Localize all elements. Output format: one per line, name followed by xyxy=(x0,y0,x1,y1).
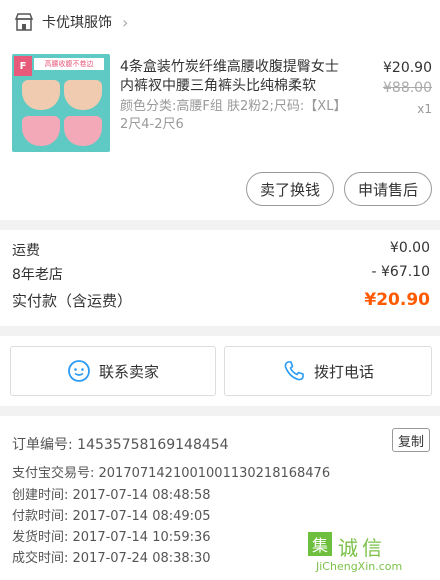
after-sale-button[interactable]: 申请售后 xyxy=(344,172,432,206)
store-name[interactable]: 卡优琪服饰 xyxy=(42,12,112,32)
total-label: 实付款（含运费） xyxy=(12,292,133,310)
phone-icon xyxy=(284,361,304,381)
shipping-label: 运费 xyxy=(12,243,40,259)
alipay-transaction-number: 支付宝交易号: 2017071421001001130218168476 xyxy=(12,466,331,481)
watermark-logo: 集 诚信 JiChengXin.com xyxy=(306,532,434,576)
product-item[interactable]: F 高腰收腹不卷边 4条盒装竹炭纤维高腰收腹提臀女士内裤衩中腰三角裤头比纯棉柔软… xyxy=(0,44,440,160)
call-phone-label: 拨打电话 xyxy=(313,362,374,381)
total-value: ¥20.90 xyxy=(364,290,430,310)
copy-button[interactable]: 复制 xyxy=(392,428,430,452)
order-number: 订单编号: 14535758169148454 xyxy=(12,437,229,453)
discount-label: 8年老店 xyxy=(12,267,63,283)
contact-seller-label: 联系卖家 xyxy=(98,362,159,381)
call-phone-button[interactable]: 拨打电话 xyxy=(224,346,432,396)
product-title[interactable]: 4条盒装竹炭纤维高腰收腹提臀女士内裤衩中腰三角裤头比纯棉柔软 xyxy=(120,58,350,96)
price-summary: 运费 ¥0.00 8年老店 - ¥67.10 实付款（含运费） ¥20.90 xyxy=(0,230,440,326)
product-price: ¥20.90 xyxy=(383,60,432,76)
chevron-right-icon: › xyxy=(122,12,129,32)
watermark-url: JiChengXin.com xyxy=(316,560,403,573)
contact-bar: 联系卖家 拨打电话 xyxy=(0,336,440,406)
panty-image-4 xyxy=(64,116,102,146)
panty-image-1 xyxy=(22,80,60,110)
created-time: 创建时间: 2017-07-14 08:48:58 xyxy=(12,488,211,503)
store-icon xyxy=(14,13,34,31)
shipped-time: 发货时间: 2017-07-14 10:59:36 xyxy=(12,530,211,545)
thumb-tag: F xyxy=(14,56,32,76)
panty-image-3 xyxy=(22,116,60,146)
product-thumbnail[interactable]: F 高腰收腹不卷边 xyxy=(12,54,110,152)
product-spec: 颜色分类:高腰F组 肤2粉2;尺码:【XL】2尺4-2尺6 xyxy=(120,99,347,132)
store-header[interactable]: 卡优琪服饰 › xyxy=(0,0,440,44)
shipping-row: 运费 ¥0.00 xyxy=(12,240,430,260)
paid-time: 付款时间: 2017-07-14 08:49:05 xyxy=(12,509,211,524)
total-row: 实付款（含运费） ¥20.90 xyxy=(12,290,430,311)
discount-value: - ¥67.10 xyxy=(371,264,431,280)
panty-image-2 xyxy=(64,80,102,110)
thumb-caption: 高腰收腹不卷边 xyxy=(34,58,104,70)
product-quantity: x1 xyxy=(417,102,432,116)
completed-time: 成交时间: 2017-07-24 08:38:30 xyxy=(12,551,211,566)
after-sale-bar: 卖了换钱 申请售后 xyxy=(0,160,440,220)
watermark-mark: 集 xyxy=(308,532,332,556)
chat-icon xyxy=(68,360,90,382)
shipping-value: ¥0.00 xyxy=(389,240,430,256)
contact-seller-button[interactable]: 联系卖家 xyxy=(10,346,216,396)
original-price: ¥88.00 xyxy=(383,80,432,96)
watermark-chars: 诚信 xyxy=(338,536,386,560)
discount-row: 8年老店 - ¥67.10 xyxy=(12,264,430,284)
resell-button[interactable]: 卖了换钱 xyxy=(246,172,334,206)
